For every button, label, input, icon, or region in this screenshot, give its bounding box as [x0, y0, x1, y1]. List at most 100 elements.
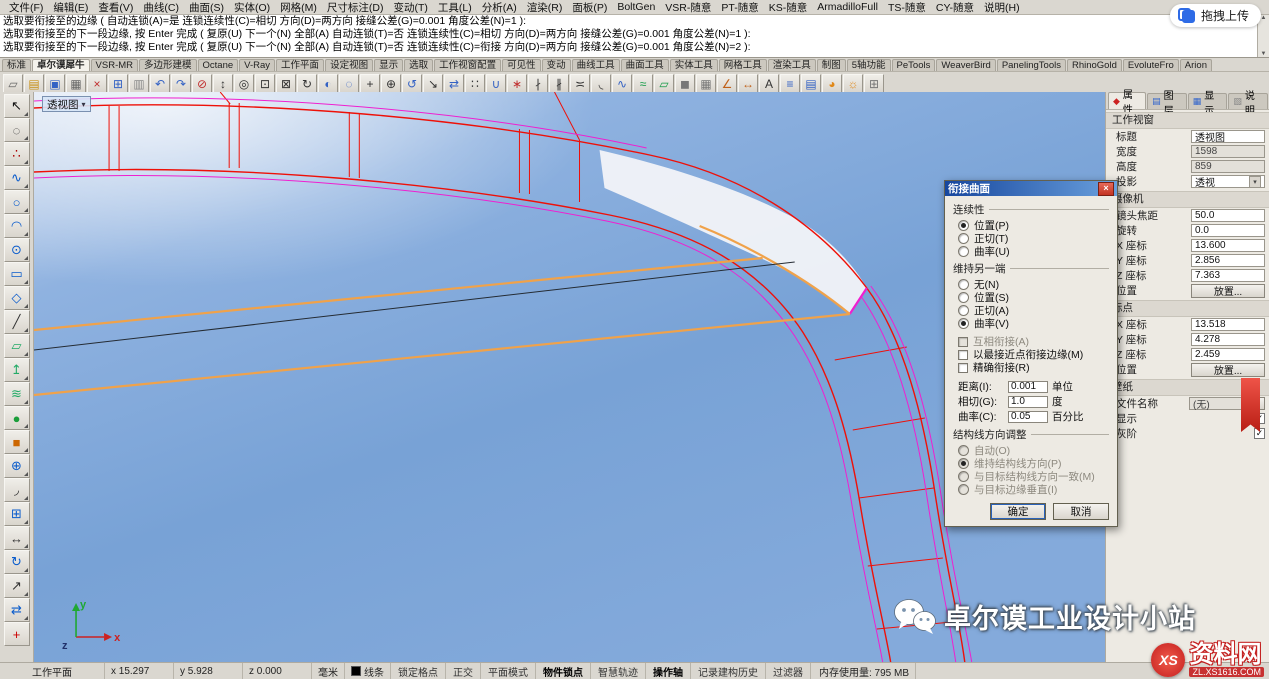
viewport-menu-arrow-icon[interactable]: ▾: [82, 100, 86, 109]
split-icon[interactable]: ∦: [549, 74, 569, 93]
upload-overlay-button[interactable]: 拖拽上传: [1170, 4, 1261, 27]
menu-item[interactable]: PT-随意: [716, 0, 763, 15]
toolbar-tab[interactable]: 设定视图: [325, 59, 373, 71]
dialog-titlebar[interactable]: 衔接曲面 ×: [945, 181, 1117, 196]
cplane-selector[interactable]: 工作平面: [0, 663, 105, 679]
menu-item[interactable]: TS-随意: [883, 0, 931, 15]
ellipse-icon[interactable]: ⊙: [4, 238, 30, 262]
menu-item[interactable]: 查看(V): [93, 0, 138, 15]
menu-item[interactable]: VSR-随意: [660, 0, 716, 15]
menu-item[interactable]: 分析(A): [477, 0, 522, 15]
scroll-down-icon[interactable]: ▼: [1261, 51, 1267, 57]
status-toggle[interactable]: 记录建构历史: [691, 663, 766, 679]
mesh-tools-icon[interactable]: ▦: [696, 74, 716, 93]
material-icon[interactable]: ◕: [822, 74, 842, 93]
status-toggle[interactable]: 智慧轨迹: [591, 663, 646, 679]
menu-item[interactable]: 工具(L): [433, 0, 477, 15]
curve-icon[interactable]: ∿: [4, 166, 30, 190]
line-icon[interactable]: ╱: [4, 310, 30, 334]
sphere-icon[interactable]: ●: [4, 406, 30, 430]
toolbar-tab[interactable]: Octane: [198, 59, 239, 71]
toolbar-tab[interactable]: 工作视窗配置: [434, 59, 501, 71]
menu-item[interactable]: 面板(P): [567, 0, 612, 15]
toolbar-tab[interactable]: 渲染工具: [768, 59, 816, 71]
toolbar-tab[interactable]: 卓尔谟犀牛: [32, 59, 90, 71]
menu-item[interactable]: BoltGen: [612, 1, 660, 13]
select-arrow-icon[interactable]: ↖: [4, 94, 30, 118]
menu-item[interactable]: 编辑(E): [48, 0, 93, 15]
dialog-checkbox-row[interactable]: 精确衔接(R): [953, 361, 1109, 374]
point-icon[interactable]: ∴: [4, 142, 30, 166]
camera-place-button[interactable]: 放置...: [1191, 284, 1265, 298]
grid-snap-icon[interactable]: ⊞: [864, 74, 884, 93]
menu-item[interactable]: 渲染(R): [522, 0, 568, 15]
scale-icon[interactable]: ↘: [423, 74, 443, 93]
viewport-title-chip[interactable]: 透视图 ▾: [42, 96, 91, 112]
toolbar-tab[interactable]: 显示: [374, 59, 403, 71]
target-place-button[interactable]: 放置...: [1191, 363, 1265, 377]
command-area[interactable]: 选取要衔接至的边缘 ( 自动连锁(A)=是 连锁连续性(C)=相切 方向(D)=…: [0, 15, 1269, 58]
surface-tools-icon[interactable]: ▱: [654, 74, 674, 93]
fillet-edge-icon[interactable]: ◞: [4, 478, 30, 502]
status-toggle[interactable]: 正交: [446, 663, 481, 679]
cut-icon[interactable]: ×: [87, 74, 107, 93]
trim-icon[interactable]: ∤: [528, 74, 548, 93]
mirror-tool-icon[interactable]: ⇄: [4, 598, 30, 622]
zoom-window-icon[interactable]: ⊡: [255, 74, 275, 93]
cancel-button[interactable]: 取消: [1053, 503, 1109, 520]
rotate-view-icon[interactable]: ↻: [297, 74, 317, 93]
menu-item[interactable]: 曲线(C): [138, 0, 184, 15]
command-prompt[interactable]: 选取要衔接至的下一段边缘, 按 Enter 完成 ( 复原(U) 下一个(N) …: [0, 41, 1269, 54]
continuity-radio[interactable]: 曲率(U): [953, 245, 1109, 258]
print-icon[interactable]: ▦: [66, 74, 86, 93]
surface-icon[interactable]: ▱: [4, 334, 30, 358]
arc-icon[interactable]: ◠: [4, 214, 30, 238]
tolerance-input[interactable]: 0.05: [1008, 411, 1048, 423]
dimension-icon[interactable]: ↔: [738, 74, 758, 93]
toolbar-tab[interactable]: 变动: [542, 59, 571, 71]
redo-icon[interactable]: ↷: [171, 74, 191, 93]
zoom-extents-icon[interactable]: ⊠: [276, 74, 296, 93]
join-icon[interactable]: ∪: [486, 74, 506, 93]
close-icon[interactable]: ×: [1098, 182, 1114, 196]
match-surface-dialog[interactable]: 衔接曲面 × 连续性 位置(P) 正切(T) 曲率(U) 维持另一端: [944, 180, 1118, 527]
move-tool-icon[interactable]: ↔: [4, 526, 30, 550]
status-toggle[interactable]: 锁定格点: [391, 663, 446, 679]
toolbar-tab[interactable]: PeTools: [892, 59, 936, 71]
toolbar-tab[interactable]: Arion: [1180, 59, 1212, 71]
isocurve-radio[interactable]: 与目标边缘垂直(I): [953, 483, 1109, 496]
analyze-icon[interactable]: ∠: [717, 74, 737, 93]
delete-icon[interactable]: ⊘: [192, 74, 212, 93]
copy-icon[interactable]: ⊞: [108, 74, 128, 93]
properties-icon[interactable]: ▤: [801, 74, 821, 93]
mirror-icon[interactable]: ⇄: [444, 74, 464, 93]
save-icon[interactable]: ▣: [45, 74, 65, 93]
status-toggle[interactable]: 操作轴: [646, 663, 691, 679]
move-icon[interactable]: +: [360, 74, 380, 93]
menu-item[interactable]: 文件(F): [4, 0, 48, 15]
toolbar-tab[interactable]: PanelingTools: [997, 59, 1066, 71]
panel-tab[interactable]: ▦ 显示: [1188, 93, 1228, 109]
open-folder-icon[interactable]: ▤: [24, 74, 44, 93]
toolbar-tab[interactable]: EvoluteFro: [1123, 59, 1179, 71]
camera-y-field[interactable]: 2.856: [1191, 254, 1265, 267]
target-z-field[interactable]: 2.459: [1191, 348, 1265, 361]
toolbar-tab[interactable]: WeaverBird: [936, 59, 995, 71]
viewport-title-field[interactable]: 透视图: [1191, 130, 1265, 143]
chevron-down-icon[interactable]: ▾: [1249, 176, 1261, 188]
copy-object-icon[interactable]: ⊕: [381, 74, 401, 93]
camera-rotation-field[interactable]: 0.0: [1191, 224, 1265, 237]
paste-icon[interactable]: ▥: [129, 74, 149, 93]
units-display[interactable]: 毫米: [312, 663, 345, 679]
toolbar-tab[interactable]: 选取: [404, 59, 433, 71]
blend-curve-icon[interactable]: ∿: [612, 74, 632, 93]
undo-icon[interactable]: ↶: [150, 74, 170, 93]
toolbar-tab[interactable]: 标准: [2, 59, 31, 71]
menu-item[interactable]: 尺寸标注(D): [322, 0, 389, 15]
rotate-tool-icon[interactable]: ↻: [4, 550, 30, 574]
menu-item[interactable]: KS-随意: [764, 0, 813, 15]
status-toggle[interactable]: 物件锁点: [536, 663, 591, 679]
curve-tools-icon[interactable]: ≈: [633, 74, 653, 93]
status-toggle[interactable]: 过滤器: [766, 663, 811, 679]
text-icon[interactable]: A: [759, 74, 779, 93]
